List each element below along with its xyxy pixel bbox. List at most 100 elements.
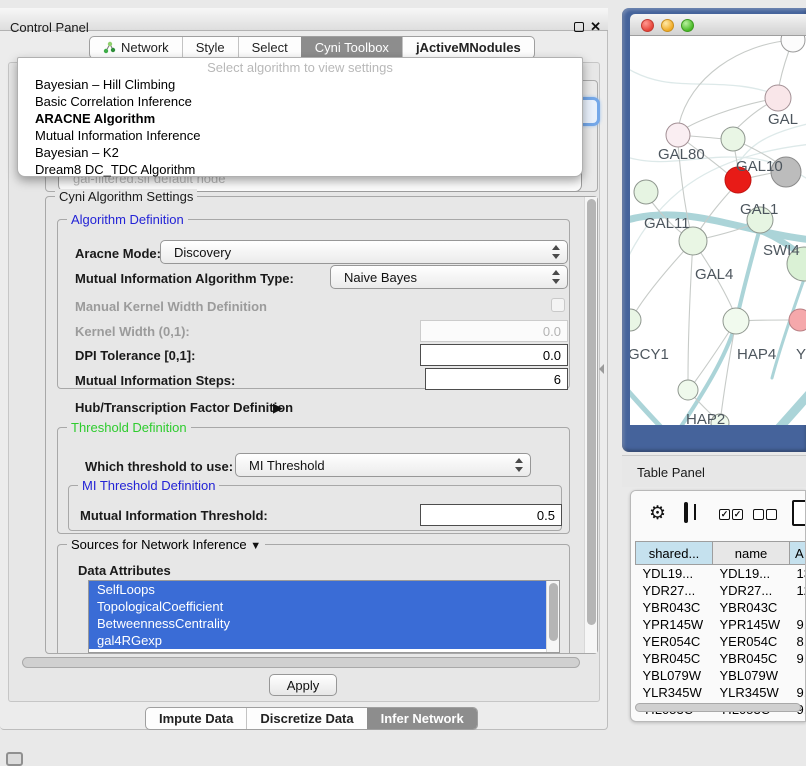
attribute-item[interactable]: SelfLoops <box>89 581 559 598</box>
hub-section-label: Hub/Transcription Factor Definition <box>75 400 293 415</box>
attribute-item[interactable]: gal4RGexp <box>89 632 559 649</box>
dropdown-option[interactable]: Basic Correlation Inference <box>18 93 582 110</box>
which-threshold-combo[interactable]: MI Threshold <box>235 453 531 477</box>
node-label: GAL4 <box>695 266 733 283</box>
table-panel-window: ⚙ ✓ ✓ shared... name A YDL19...YDL19...1… <box>630 490 806 722</box>
cyni-bottom-tabbar: Impute Data Discretize Data Infer Networ… <box>145 707 478 730</box>
tab-cyni-toolbox[interactable]: Cyni Toolbox <box>301 37 402 58</box>
column-header-clipped[interactable]: A <box>790 542 806 565</box>
column-header-name[interactable]: name <box>713 542 790 565</box>
combo-stepper-icon <box>515 458 523 472</box>
node-gal2[interactable] <box>765 85 791 111</box>
node-hap4[interactable] <box>723 308 749 334</box>
manual-kernel-checkbox[interactable] <box>551 298 565 312</box>
tab-infer-network[interactable]: Infer Network <box>367 708 477 729</box>
table-row[interactable]: YBL079WYBL079W <box>636 667 806 684</box>
node-gcy1[interactable] <box>630 309 641 331</box>
dropdown-option[interactable]: Bayesian – Hill Climbing <box>18 76 582 93</box>
dpi-tolerance-field[interactable]: 0.0 <box>420 344 568 366</box>
mi-type-label: Mutual Information Algorithm Type: <box>75 271 294 286</box>
tab-select[interactable]: Select <box>238 37 301 58</box>
tab-jactivemnodules[interactable]: jActiveMNodules <box>402 37 534 58</box>
bottom-corner-icon[interactable] <box>6 752 23 766</box>
mi-threshold-group-title: MI Threshold Definition <box>78 478 219 493</box>
dropdown-placeholder: Select algorithm to view settings <box>18 60 582 76</box>
table-header-row: shared... name A <box>636 542 806 565</box>
node-attribute-table: shared... name A YDL19...YDL19...13 YDR2… <box>635 541 806 718</box>
dropdown-option-selected[interactable]: ARACNE Algorithm <box>18 110 582 127</box>
kernel-width-field[interactable]: 0.0 <box>420 320 568 342</box>
node-label: GAL80 <box>658 146 705 163</box>
panel-collapse-arrow-icon[interactable] <box>599 364 604 374</box>
gear-icon[interactable]: ⚙ <box>649 502 666 525</box>
kernel-width-label: Kernel Width (0,1): <box>75 324 190 339</box>
control-panel-titlebar: Control Panel ✕ <box>0 8 608 31</box>
tab-network[interactable]: Network <box>90 37 182 58</box>
sources-collapse-icon[interactable]: ▼ <box>250 540 261 552</box>
node-label: SWI4 <box>763 242 800 259</box>
table-row[interactable]: YPR145WYPR145W9. <box>636 616 806 633</box>
tab-style[interactable]: Style <box>182 37 238 58</box>
dropdown-option[interactable]: Mutual Information Inference <box>18 127 582 144</box>
table-row[interactable]: YLR345WYLR345W9. <box>636 684 806 701</box>
attributes-scrollbar[interactable] <box>546 581 559 652</box>
control-panel-tabbar: Network Style Select Cyni Toolbox jActiv… <box>89 36 535 59</box>
node-pink[interactable] <box>789 309 806 331</box>
node-label: HAP4 <box>737 346 776 363</box>
table-row[interactable]: YBR043CYBR043C <box>636 599 806 616</box>
settings-vertical-scrollbar[interactable] <box>584 197 597 653</box>
table-horizontal-scrollbar[interactable] <box>635 703 801 712</box>
algorithm-definition-title: Algorithm Definition <box>67 212 188 227</box>
network-icon <box>103 41 116 54</box>
node-label: Y <box>796 346 806 363</box>
algorithm-dropdown-popup: Select algorithm to view settings Bayesi… <box>17 57 583 177</box>
aracne-mode-label: Aracne Mode: <box>75 246 161 261</box>
settings-horizontal-scrollbar[interactable] <box>22 657 580 668</box>
deselect-all-icon[interactable] <box>766 509 777 520</box>
tab-impute-data[interactable]: Impute Data <box>146 708 246 729</box>
select-all-check-icon[interactable]: ✓ <box>719 509 730 520</box>
split-columns-icon[interactable] <box>684 502 688 523</box>
hub-expand-icon[interactable]: ▶ <box>273 400 283 416</box>
node-label: GAL1 <box>740 201 778 218</box>
mi-threshold-field[interactable]: 0.5 <box>420 504 562 526</box>
attribute-item[interactable]: TopologicalCoefficient <box>89 598 559 615</box>
table-row[interactable]: YDL19...YDL19...13 <box>636 565 806 582</box>
tab-discretize-data[interactable]: Discretize Data <box>246 708 366 729</box>
dropdown-option[interactable]: Bayesian – K2 <box>18 144 582 161</box>
combo-stepper-icon <box>552 270 560 284</box>
data-attributes-list: SelfLoops TopologicalCoefficient Between… <box>88 580 560 653</box>
node-unlabeled[interactable] <box>781 36 805 52</box>
function-page-icon[interactable] <box>792 500 806 526</box>
table-row[interactable]: YER054CYER054C8. <box>636 633 806 650</box>
node-gal80[interactable] <box>666 123 690 147</box>
node-gal11[interactable] <box>634 180 658 204</box>
dropdown-option[interactable]: Dream8 DC_TDC Algorithm <box>18 161 582 178</box>
aracne-mode-combo[interactable]: Discovery <box>160 240 568 264</box>
float-window-icon[interactable] <box>574 22 584 32</box>
select-all-check-icon[interactable]: ✓ <box>732 509 743 520</box>
table-row[interactable]: YBR045CYBR045C9. <box>636 650 806 667</box>
attribute-item[interactable]: BetweennessCentrality <box>89 615 559 632</box>
table-row[interactable]: YDR27...YDR27...12 <box>636 582 806 599</box>
mi-type-combo[interactable]: Naive Bayes <box>330 265 568 289</box>
table-panel-bar: Table Panel <box>622 455 806 487</box>
close-panel-icon[interactable]: ✕ <box>590 19 601 35</box>
table-panel-title: Table Panel <box>637 465 705 480</box>
zoom-window-icon[interactable] <box>681 19 694 32</box>
network-window-titlebar <box>630 14 806 36</box>
node-hap2[interactable] <box>678 380 698 400</box>
dpi-tolerance-label: DPI Tolerance [0,1]: <box>75 348 195 363</box>
mi-steps-field[interactable]: 6 <box>425 368 568 390</box>
table-toolbar: ⚙ ✓ ✓ <box>631 491 805 539</box>
column-header-shared[interactable]: shared... <box>636 542 713 565</box>
minimize-window-icon[interactable] <box>661 19 674 32</box>
close-window-icon[interactable] <box>641 19 654 32</box>
network-canvas[interactable]: GAL GAL80 GAL10 GAL1 GAL11 SWI4 GAL4 HAP… <box>630 36 806 425</box>
mi-steps-label: Mutual Information Steps: <box>75 373 235 388</box>
deselect-all-icon[interactable] <box>753 509 764 520</box>
data-attributes-label: Data Attributes <box>78 563 171 578</box>
apply-button[interactable]: Apply <box>269 674 337 696</box>
sources-group-title: Sources for Network Inference ▼ <box>67 537 265 552</box>
node-gal10[interactable] <box>721 127 745 151</box>
